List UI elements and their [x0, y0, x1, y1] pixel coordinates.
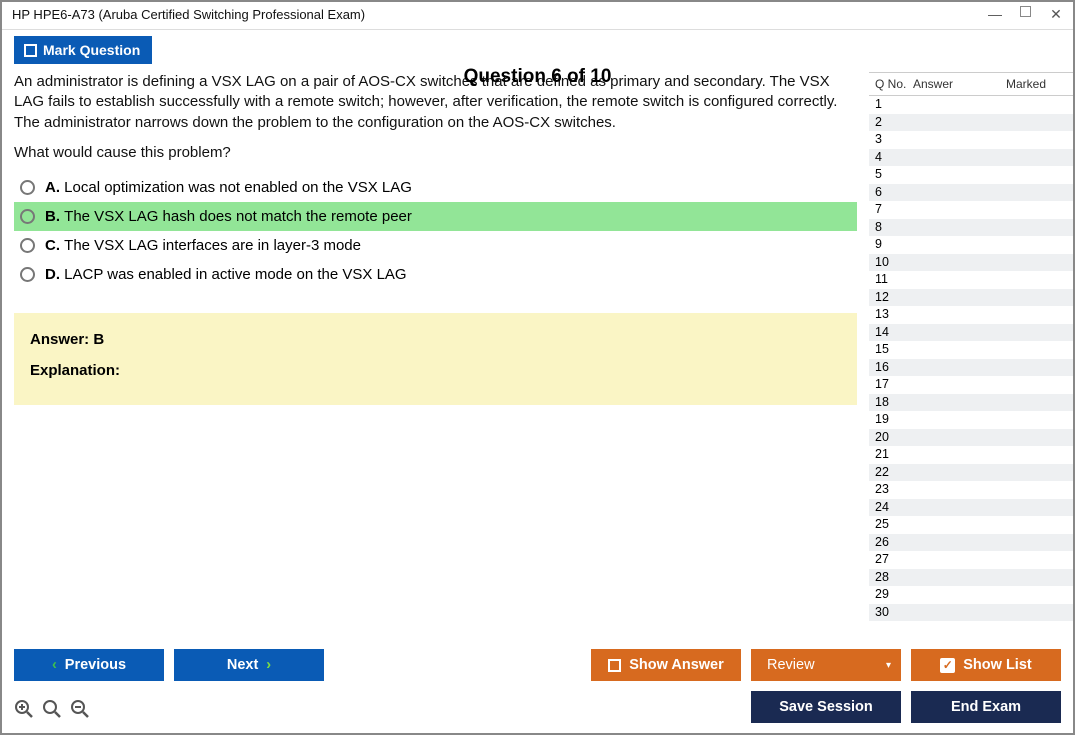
radio-icon: [20, 180, 35, 195]
zoom-out-icon[interactable]: [70, 699, 90, 725]
next-label: Next: [227, 657, 258, 673]
qlist-row[interactable]: 8: [869, 219, 1073, 237]
option-b[interactable]: B. The VSX LAG hash does not match the r…: [14, 202, 857, 231]
question-para-1: An administrator is defining a VSX LAG o…: [14, 72, 857, 133]
qlist-row[interactable]: 25: [869, 516, 1073, 534]
next-button[interactable]: Next ›: [174, 649, 324, 681]
options-list: A. Local optimization was not enabled on…: [14, 173, 857, 289]
qlist-row[interactable]: 2: [869, 114, 1073, 132]
qlist-row[interactable]: 24: [869, 499, 1073, 517]
qlist-row[interactable]: 9: [869, 236, 1073, 254]
radio-icon: [20, 238, 35, 253]
question-counter: Question 6 of 10: [464, 66, 612, 88]
qlist-header-marked: Marked: [985, 77, 1067, 91]
qlist-row[interactable]: 30: [869, 604, 1073, 622]
mark-question-label: Mark Question: [43, 42, 140, 58]
option-a[interactable]: A. Local optimization was not enabled on…: [14, 173, 857, 202]
qlist-row[interactable]: 15: [869, 341, 1073, 359]
review-button[interactable]: Review ▾: [751, 649, 901, 681]
checkbox-icon: [608, 659, 621, 672]
qlist-row[interactable]: 6: [869, 184, 1073, 202]
show-answer-label: Show Answer: [629, 657, 724, 673]
qlist-row[interactable]: 4: [869, 149, 1073, 167]
previous-button[interactable]: ‹ Previous: [14, 649, 164, 681]
qlist-row[interactable]: 28: [869, 569, 1073, 587]
mark-question-button[interactable]: Mark Question: [14, 36, 152, 64]
option-d[interactable]: D. LACP was enabled in active mode on th…: [14, 260, 857, 289]
qlist-row[interactable]: 12: [869, 289, 1073, 307]
qlist-row[interactable]: 26: [869, 534, 1073, 552]
maximize-icon[interactable]: [1020, 6, 1031, 17]
question-content: An administrator is defining a VSX LAG o…: [2, 72, 869, 639]
show-answer-button[interactable]: Show Answer: [591, 649, 741, 681]
chevron-right-icon: ›: [266, 657, 271, 673]
question-text: An administrator is defining a VSX LAG o…: [14, 72, 857, 163]
zoom-controls: [14, 699, 90, 725]
main-area: An administrator is defining a VSX LAG o…: [2, 72, 1073, 639]
option-label: C. The VSX LAG interfaces are in layer-3…: [45, 237, 361, 254]
button-row-2: Save Session End Exam: [14, 689, 1061, 725]
qlist-row[interactable]: 19: [869, 411, 1073, 429]
qlist-row[interactable]: 1: [869, 96, 1073, 114]
dropdown-icon: ▾: [886, 660, 891, 671]
window-controls: — ✕: [988, 6, 1063, 23]
qlist-row[interactable]: 23: [869, 481, 1073, 499]
checkbox-icon: [24, 44, 37, 57]
end-exam-button[interactable]: End Exam: [911, 691, 1061, 723]
qlist-row[interactable]: 10: [869, 254, 1073, 272]
qlist-header-qno: Q No.: [875, 77, 913, 91]
save-session-button[interactable]: Save Session: [751, 691, 901, 723]
qlist-row[interactable]: 17: [869, 376, 1073, 394]
qlist-row[interactable]: 7: [869, 201, 1073, 219]
option-c[interactable]: C. The VSX LAG interfaces are in layer-3…: [14, 231, 857, 260]
qlist-row[interactable]: 18: [869, 394, 1073, 412]
review-label: Review: [767, 657, 815, 673]
qlist-row[interactable]: 11: [869, 271, 1073, 289]
end-exam-label: End Exam: [951, 699, 1021, 715]
answer-panel: Answer: B Explanation:: [14, 313, 857, 405]
check-icon: ✓: [940, 658, 955, 673]
option-label: D. LACP was enabled in active mode on th…: [45, 266, 407, 283]
qlist-header: Q No. Answer Marked: [869, 73, 1073, 96]
button-row-1: ‹ Previous Next › Show Answer Review ▾ ✓…: [14, 649, 1061, 681]
previous-label: Previous: [65, 657, 126, 673]
window-title: HP HPE6-A73 (Aruba Certified Switching P…: [12, 7, 365, 22]
qlist-row[interactable]: 14: [869, 324, 1073, 342]
qlist-row[interactable]: 20: [869, 429, 1073, 447]
save-session-label: Save Session: [779, 699, 873, 715]
bottom-bar: ‹ Previous Next › Show Answer Review ▾ ✓…: [2, 639, 1073, 733]
zoom-reset-icon[interactable]: [14, 699, 34, 725]
chevron-left-icon: ‹: [52, 657, 57, 673]
show-list-label: Show List: [963, 657, 1031, 673]
qlist-row[interactable]: 29: [869, 586, 1073, 604]
qlist-row[interactable]: 16: [869, 359, 1073, 377]
qlist-row[interactable]: 22: [869, 464, 1073, 482]
qlist-row[interactable]: 3: [869, 131, 1073, 149]
qlist-header-answer: Answer: [913, 77, 985, 91]
zoom-in-icon[interactable]: [42, 699, 62, 725]
radio-icon: [20, 209, 35, 224]
qlist-row[interactable]: 21: [869, 446, 1073, 464]
qlist-row[interactable]: 5: [869, 166, 1073, 184]
qlist-row[interactable]: 13: [869, 306, 1073, 324]
answer-text: Answer: B: [30, 331, 841, 348]
close-icon[interactable]: ✕: [1049, 6, 1063, 23]
titlebar: HP HPE6-A73 (Aruba Certified Switching P…: [2, 2, 1073, 30]
header-row: Mark Question Question 6 of 10: [2, 30, 1073, 72]
option-label: B. The VSX LAG hash does not match the r…: [45, 208, 412, 225]
qlist-row[interactable]: 27: [869, 551, 1073, 569]
qlist-body[interactable]: 1234567891011121314151617181920212223242…: [869, 96, 1073, 639]
radio-icon: [20, 267, 35, 282]
show-list-button[interactable]: ✓ Show List: [911, 649, 1061, 681]
minimize-icon[interactable]: —: [988, 6, 1002, 23]
explanation-label: Explanation:: [30, 362, 841, 379]
question-list-panel: Q No. Answer Marked 12345678910111213141…: [869, 72, 1073, 639]
option-label: A. Local optimization was not enabled on…: [45, 179, 412, 196]
question-para-2: What would cause this problem?: [14, 143, 857, 163]
